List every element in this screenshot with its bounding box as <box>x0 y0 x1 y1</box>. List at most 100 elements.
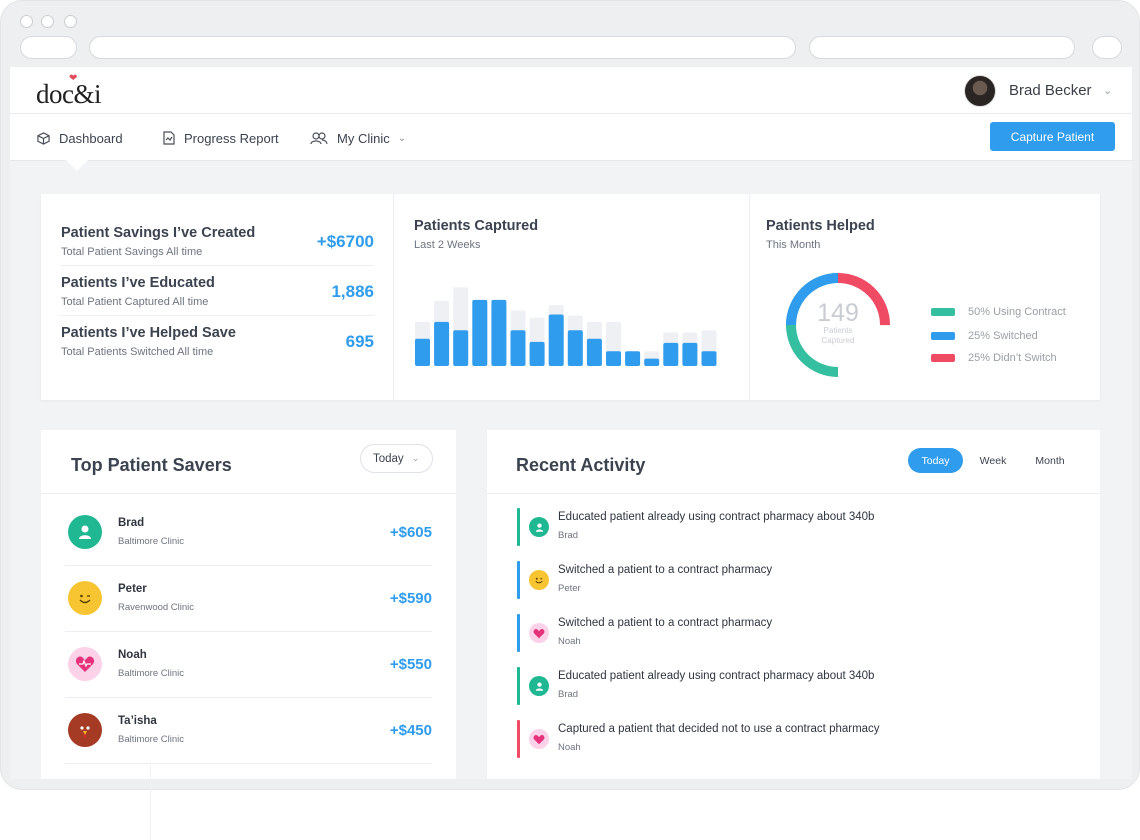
bar-8 <box>548 314 564 366</box>
browser-window: doc&i ❤ Brad Becker ⌄ Dashboard Progress… <box>0 0 1140 790</box>
stat-value: 1,886 <box>331 282 374 301</box>
doctor-icon <box>529 676 549 696</box>
legend-item-switched: 25% Switched <box>931 329 1038 343</box>
activity-status-bar <box>517 561 520 599</box>
stats-panel: Patient Savings I’ve Created Total Patie… <box>41 194 1100 400</box>
activity-item[interactable]: Switched a patient to a contract pharmac… <box>517 561 1077 601</box>
nav-my-clinic[interactable]: My Clinic ⌄ <box>310 129 406 147</box>
heart-icon <box>529 729 549 749</box>
stat-value: +$6700 <box>316 232 374 251</box>
stat-divider <box>61 265 374 266</box>
patients-helped-donut: 149 Patients Captured <box>786 273 890 377</box>
browser-tab-button[interactable] <box>20 36 77 59</box>
savers-period-dropdown[interactable]: Today ⌄ <box>360 444 433 473</box>
tab-month[interactable]: Month <box>1025 448 1075 473</box>
saver-name: Brad <box>118 517 145 529</box>
nav-bar: Dashboard Progress Report My Clinic ⌄ Ca… <box>10 114 1132 171</box>
saver-clinic: Baltimore Clinic <box>118 668 184 679</box>
legend-swatch <box>931 332 955 340</box>
user-menu-chevron-icon[interactable]: ⌄ <box>1103 84 1112 97</box>
tab-week[interactable]: Week <box>968 448 1018 473</box>
nav-dashboard[interactable]: Dashboard <box>37 129 123 147</box>
bar-2 <box>434 321 450 366</box>
bar-14 <box>663 342 679 366</box>
activity-item[interactable]: Educated patient already using contract … <box>517 667 1077 707</box>
bar-11 <box>606 351 621 366</box>
saver-clinic: Ravenwood Clinic <box>118 602 195 613</box>
saver-clinic: Baltimore Clinic <box>118 734 184 745</box>
chevron-down-icon: ⌄ <box>397 132 407 144</box>
activity-user: Brad <box>558 530 579 541</box>
stat-title: Patients I’ve Helped Save <box>61 325 236 341</box>
bar-13 <box>644 358 660 366</box>
address-bar[interactable] <box>89 36 796 59</box>
activity-title: Recent Activity <box>516 455 646 475</box>
captured-subtitle: Last 2 Weeks <box>414 239 481 251</box>
bird-icon <box>68 713 102 747</box>
saver-name: Noah <box>118 649 147 661</box>
saver-amount: +$605 <box>389 524 432 541</box>
activity-user: Brad <box>558 689 579 700</box>
legend-label: 25% Switched <box>968 330 1038 342</box>
legend-item-didnt-switch: 25% Didn’t Switch <box>931 351 1057 365</box>
window-minimize-dot[interactable] <box>41 15 54 28</box>
nav-progress-report[interactable]: Progress Report <box>163 129 279 147</box>
page-shadow-divider <box>150 765 1050 840</box>
heart-icon <box>68 647 102 681</box>
stat-title: Patients I’ve Educated <box>61 275 215 291</box>
bar-16 <box>701 351 717 366</box>
panel-divider <box>749 194 750 400</box>
window-maximize-dot[interactable] <box>64 15 77 28</box>
card-divider <box>41 493 456 494</box>
legend-label: 50% Using Contract <box>968 306 1066 318</box>
user-name[interactable]: Brad Becker <box>1009 82 1092 99</box>
recent-activity-card: Recent Activity Today Week Month Educate… <box>487 430 1100 779</box>
saver-amount: +$590 <box>389 590 432 607</box>
saver-row[interactable]: Brad Baltimore Clinic +$605 <box>65 500 432 566</box>
activity-status-bar <box>517 508 520 546</box>
activity-item[interactable]: Educated patient already using contract … <box>517 508 1077 548</box>
donut-center-value: 149 <box>817 299 859 327</box>
legend-item-contract: 50% Using Contract <box>931 305 1066 319</box>
activity-status-bar <box>517 720 520 758</box>
active-nav-caret <box>66 160 88 171</box>
activity-text: Switched a patient to a contract pharmac… <box>558 564 773 576</box>
bar-12 <box>625 351 641 366</box>
activity-item[interactable]: Captured a patient that decided not to u… <box>517 720 1077 760</box>
brand-logo[interactable]: doc&i ❤ <box>36 73 102 110</box>
capture-patient-button[interactable]: Capture Patient <box>990 122 1115 151</box>
doctor-icon <box>68 515 102 549</box>
saver-row[interactable]: Ta’isha Baltimore Clinic +$450 <box>65 698 432 764</box>
nav-dashboard-label: Dashboard <box>59 130 123 146</box>
activity-text: Educated patient already using contract … <box>558 670 875 682</box>
stat-divider <box>61 315 374 316</box>
smiley-icon <box>68 581 102 615</box>
activity-user: Peter <box>558 583 581 594</box>
stat-subtitle: Total Patients Switched All time <box>61 346 214 358</box>
helped-title: Patients Helped <box>766 218 875 234</box>
bar-9 <box>567 330 583 366</box>
bar-4 <box>472 299 488 366</box>
savers-title: Top Patient Savers <box>71 455 232 475</box>
bar-6 <box>510 330 526 366</box>
tab-today[interactable]: Today <box>908 448 963 473</box>
captured-title: Patients Captured <box>414 218 539 234</box>
activity-item[interactable]: Switched a patient to a contract pharmac… <box>517 614 1077 654</box>
stat-subtitle: Total Patient Savings All time <box>61 246 203 258</box>
activity-text: Switched a patient to a contract pharmac… <box>558 617 773 629</box>
browser-menu-button[interactable] <box>1092 36 1122 59</box>
saver-amount: +$550 <box>389 656 432 673</box>
helped-subtitle: This Month <box>766 239 821 251</box>
window-close-dot[interactable] <box>20 15 33 28</box>
saver-row[interactable]: Peter Ravenwood Clinic +$590 <box>65 566 432 632</box>
user-avatar[interactable] <box>964 75 996 107</box>
app-viewport: doc&i ❤ Brad Becker ⌄ Dashboard Progress… <box>10 67 1132 779</box>
activity-user: Noah <box>558 742 581 753</box>
heart-logo-icon: ❤ <box>69 73 77 84</box>
saver-row[interactable]: Noah Baltimore Clinic +$550 <box>65 632 432 698</box>
doctor-icon <box>529 517 549 537</box>
stat-subtitle: Total Patient Captured All time <box>61 296 209 308</box>
saver-name: Ta’isha <box>118 715 157 727</box>
browser-search-bar[interactable] <box>809 36 1075 59</box>
bar-7 <box>529 341 545 366</box>
